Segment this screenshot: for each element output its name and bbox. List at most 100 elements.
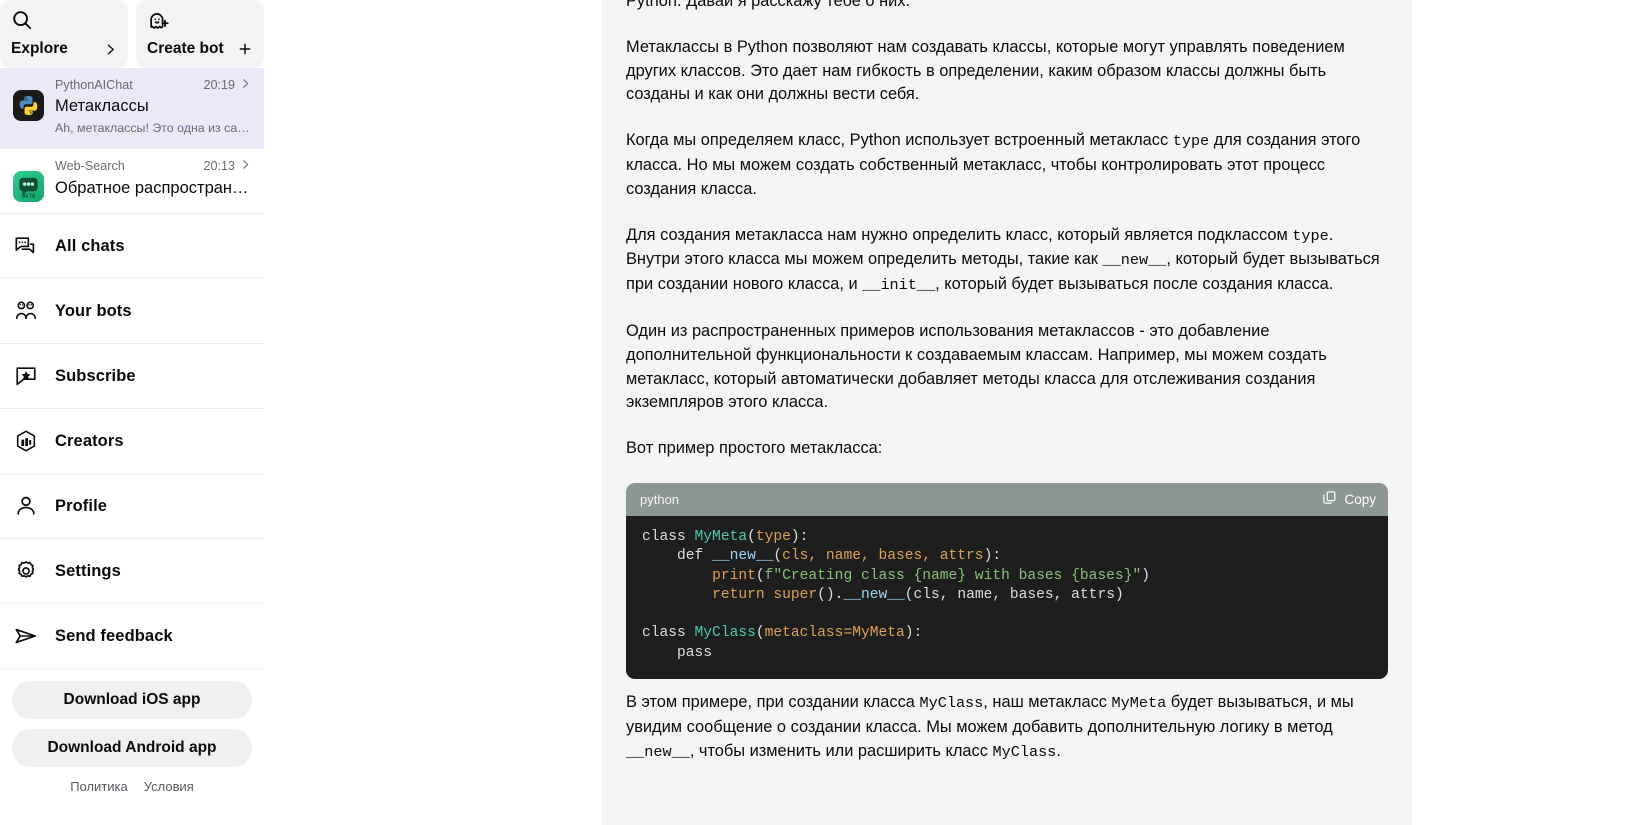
code-token: cls, name, bases, attrs: [914, 587, 1115, 603]
plus-icon: [237, 41, 253, 57]
chats-icon: [13, 233, 39, 259]
copy-label: Copy: [1344, 492, 1376, 507]
code-token: cls, name, bases, attrs: [782, 548, 983, 564]
chat-bot-name: PythonAIChat: [55, 77, 133, 94]
code-token: print: [712, 568, 756, 584]
code-token: (: [905, 587, 914, 603]
sidebar-item-label: All chats: [55, 237, 125, 256]
chat-item-web-search[interactable]: BETA Web-Search 20:13 Обратное распростр: [0, 149, 264, 214]
download-android-app-button[interactable]: Download Android app: [12, 729, 252, 767]
code-token: f"Creating class {name} with bases {base…: [765, 568, 1142, 584]
sidebar-item-label: Send feedback: [55, 627, 173, 646]
chat-meta-right: 20:19: [203, 77, 251, 94]
inline-code: __new__: [1103, 251, 1167, 269]
sidebar-item-creators[interactable]: Creators: [0, 409, 264, 474]
download-ios-app-button[interactable]: Download iOS app: [12, 681, 252, 719]
code-block-body: class MyMeta(type): def __new__(cls, nam…: [626, 516, 1388, 679]
copy-icon: [1322, 490, 1337, 508]
message-paragraph: Метаклассы в Python позволяют нам создав…: [626, 36, 1388, 107]
sidebar-item-label: Creators: [55, 432, 124, 451]
chat-item-pythonaichat[interactable]: PythonAIChat 20:19 Метаклассы Ah, метакл…: [0, 68, 264, 149]
message-paragraph: В этом примере, при создании класса MyCl…: [626, 691, 1388, 764]
person-icon: [13, 493, 39, 519]
sidebar-item-send-feedback[interactable]: Send feedback: [0, 604, 264, 669]
code-block: python Copy class MyMeta(type): de: [626, 483, 1388, 679]
code-token: __new__: [843, 587, 904, 603]
code-line: class MyClass(metaclass=MyMeta):: [642, 624, 1372, 643]
sidebar-item-label: Subscribe: [55, 367, 136, 386]
create-bot-button[interactable]: Create bot: [136, 0, 264, 68]
chevron-right-icon[interactable]: [240, 158, 251, 175]
copy-code-button[interactable]: Copy: [1322, 490, 1376, 508]
chevron-right-icon: [104, 43, 117, 56]
sidebar-item-profile[interactable]: Profile: [0, 474, 264, 539]
app-root: Explore Create bo: [0, 0, 1650, 825]
message-paragraph: Для создания метакласса нам нужно опреде…: [626, 224, 1388, 298]
sidebar-item-settings[interactable]: Settings: [0, 539, 264, 604]
paragraphs-before-code: Python. Давай я расскажу тебе о них. Мета…: [626, 0, 1388, 461]
code-line: [642, 605, 1372, 624]
assistant-message: Python. Давай я расскажу тебе о них. Мета…: [626, 0, 1388, 764]
inline-code: MyClass: [993, 743, 1057, 761]
code-token: ):: [791, 529, 809, 545]
paper-plane-icon: [13, 623, 39, 649]
code-token: class: [642, 529, 695, 545]
code-token: ): [1115, 587, 1124, 603]
code-token: ):: [905, 625, 923, 641]
code-line: pass: [642, 644, 1372, 663]
code-line: class MyMeta(type):: [642, 528, 1372, 547]
code-token: (: [747, 529, 756, 545]
explore-label: Explore: [11, 40, 68, 58]
chevron-right-icon[interactable]: [240, 77, 251, 94]
creators-cube-icon: [13, 428, 39, 454]
sidebar-item-your-bots[interactable]: Your bots: [0, 279, 264, 344]
chat-item-meta: Web-Search 20:13: [55, 158, 251, 175]
chat-item-meta: PythonAIChat 20:19: [55, 77, 251, 94]
code-block-header: python Copy: [626, 483, 1388, 516]
footer-link-policy[interactable]: Политика: [70, 779, 128, 794]
sidebar: Explore Create bo: [0, 0, 264, 825]
chat-snippet: Ah, метаклассы! Это одна из самых …: [55, 119, 251, 137]
code-line: return super().__new__(cls, name, bases,…: [642, 586, 1372, 605]
conversation-pane: Python. Давай я расскажу тебе о них. Мета…: [602, 0, 1412, 825]
sidebar-top-actions: Explore Create bo: [0, 0, 264, 68]
code-token: ().: [817, 587, 843, 603]
code-token: [642, 568, 712, 584]
inline-code: type: [1292, 227, 1328, 245]
svg-text:BETA: BETA: [22, 194, 36, 200]
python-logo-icon: [13, 90, 44, 121]
chat-time: 20:13: [203, 158, 235, 175]
sidebar-item-label: Your bots: [55, 302, 132, 321]
code-token: MyMeta: [695, 529, 748, 545]
sidebar-item-label: Profile: [55, 497, 107, 516]
message-paragraph: Python. Давай я расскажу тебе о них.: [626, 0, 1388, 14]
code-token: __new__: [712, 548, 773, 564]
star-bubble-icon: [13, 363, 39, 389]
search-icon: [11, 9, 117, 35]
inline-code: __new__: [626, 743, 690, 761]
chat-item-body: PythonAIChat 20:19 Метаклассы Ah, метакл…: [55, 77, 251, 137]
code-line: def __new__(cls, name, bases, attrs):: [642, 547, 1372, 566]
sidebar-item-subscribe[interactable]: Subscribe: [0, 344, 264, 409]
chat-bot-name: Web-Search: [55, 158, 125, 175]
footer-links: Политика Условия: [12, 777, 252, 794]
code-token: [642, 587, 712, 603]
code-token: super: [773, 587, 817, 603]
web-search-bot-icon: BETA: [13, 171, 44, 202]
explore-button[interactable]: Explore: [0, 0, 128, 68]
code-token: type: [756, 529, 791, 545]
inline-code: MyMeta: [1112, 694, 1167, 712]
footer-link-terms[interactable]: Условия: [144, 779, 194, 794]
code-token: (: [773, 548, 782, 564]
chat-title: Обратное распространение: [55, 177, 251, 200]
main-content: Python. Давай я расскажу тебе о них. Мета…: [264, 0, 1650, 825]
code-token: pass: [642, 645, 712, 661]
code-token: class: [642, 625, 695, 641]
inline-code: MyClass: [919, 694, 983, 712]
gear-icon: [13, 558, 39, 584]
download-buttons: Download iOS app Download Android app По…: [0, 669, 264, 794]
inline-code: __init__: [862, 276, 935, 294]
code-line: print(f"Creating class {name} with bases…: [642, 567, 1372, 586]
sidebar-item-all-chats[interactable]: All chats: [0, 214, 264, 279]
code-token: MyClass: [695, 625, 756, 641]
